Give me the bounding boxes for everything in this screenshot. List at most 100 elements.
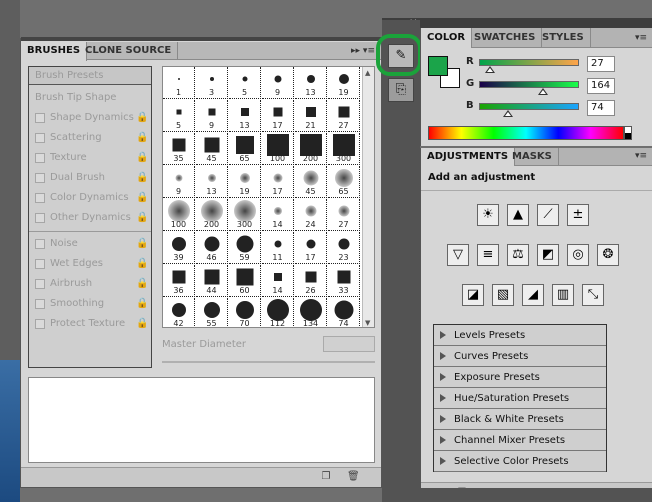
delete-icon[interactable]: 🗑 [347,471,360,483]
tab-clone-source[interactable]: CLONE SOURCE [79,42,179,60]
brush-preset-cell[interactable]: 42 [163,298,195,327]
brush-preset-cell[interactable]: 39 [163,232,195,264]
tab-brushes[interactable]: BRUSHES [21,42,88,61]
brightness-contrast-icon[interactable]: ☀ [477,204,499,226]
preset-item[interactable]: Hue/Saturation Presets [434,388,606,409]
option-checkbox[interactable] [35,113,45,123]
option-checkbox[interactable] [35,279,45,289]
option-checkbox[interactable] [35,173,45,183]
brush-preset-cell[interactable]: 17 [262,166,294,198]
brush-presets-item[interactable]: Brush Presets [29,67,151,85]
posterize-icon[interactable]: ▧ [492,284,514,306]
brush-preset-cell[interactable]: 3 [196,67,228,99]
brush-preset-cell[interactable]: 100 [262,133,294,165]
lock-icon[interactable]: 🔒 [136,172,148,183]
brush-preset-cell[interactable]: 100 [163,199,195,231]
preset-item[interactable]: Selective Color Presets [434,451,606,472]
brush-tip-shape-item[interactable]: Brush Tip Shape [29,89,151,107]
panel-menu-icon[interactable]: ▾≡ [635,151,647,161]
expand-triangle-icon[interactable] [440,457,446,465]
preset-item[interactable]: Black & White Presets [434,409,606,430]
brush-option-item[interactable]: Texture 🔒 [29,149,151,167]
slider-thumb-icon[interactable] [484,66,495,73]
brush-preset-cell[interactable]: 27 [328,199,360,231]
brush-preset-cell[interactable]: 70 [229,298,261,327]
expand-triangle-icon[interactable] [440,436,446,444]
tab-swatches[interactable]: SWATCHES [468,28,543,48]
expand-triangle-icon[interactable] [440,373,446,381]
curves-icon[interactable]: ⟋ [537,204,559,226]
brush-option-item[interactable]: Airbrush 🔒 [29,275,151,293]
foreground-color-swatch[interactable] [428,56,448,76]
hue-saturation-icon[interactable]: ≡ [477,244,499,266]
expand-triangle-icon[interactable] [440,394,446,402]
channel-value-b[interactable]: 74 [587,100,615,116]
lock-icon[interactable]: 🔒 [136,298,148,309]
brush-preset-cell[interactable]: 33 [328,265,360,297]
tab-styles[interactable]: STYLES [536,28,591,48]
channel-value-r[interactable]: 27 [587,56,615,72]
brush-preset-cell[interactable]: 45 [295,166,327,198]
brush-preset-cell[interactable]: 13 [229,100,261,132]
option-checkbox[interactable] [35,319,45,329]
brush-preset-cell[interactable]: 45 [196,133,228,165]
option-checkbox[interactable] [35,259,45,269]
vibrance-icon[interactable]: ▽ [447,244,469,266]
exposure-icon[interactable]: ± [567,204,589,226]
black-white-icon[interactable]: ◩ [537,244,559,266]
brush-preset-cell[interactable]: 1 [163,67,195,99]
expand-triangle-icon[interactable] [440,331,446,339]
preset-item[interactable]: Exposure Presets [434,367,606,388]
panel-menu-icon[interactable]: ▾≡ [635,33,647,43]
brush-grid-scrollbar[interactable]: ▲ ▼ [362,67,374,327]
brush-preset-cell[interactable]: 14 [262,199,294,231]
brush-preset-cell[interactable]: 14 [262,265,294,297]
brush-preset-cell[interactable]: 17 [262,100,294,132]
lock-icon[interactable]: 🔒 [136,132,148,143]
tab-color[interactable]: COLOR [421,28,473,48]
brush-preset-cell[interactable]: 300 [229,199,261,231]
channel-value-g[interactable]: 164 [587,78,615,94]
brush-preset-cell[interactable]: 17 [295,232,327,264]
lock-icon[interactable]: 🔒 [136,152,148,163]
brush-option-item[interactable]: Protect Texture 🔒 [29,315,151,333]
selective-color-icon[interactable]: ⤡ [582,284,604,306]
brush-preset-cell[interactable]: 59 [229,232,261,264]
channel-slider-g[interactable] [479,81,579,88]
brush-preset-cell[interactable]: 27 [328,100,360,132]
threshold-icon[interactable]: ◢ [522,284,544,306]
brush-preset-cell[interactable]: 13 [196,166,228,198]
slider-thumb-icon[interactable] [538,88,549,95]
brush-preset-cell[interactable]: 65 [229,133,261,165]
lock-icon[interactable]: 🔒 [136,212,148,223]
brush-preset-cell[interactable]: 74 [328,298,360,327]
brush-preset-cell[interactable]: 60 [229,265,261,297]
brush-option-item[interactable]: Dual Brush 🔒 [29,169,151,187]
brush-option-item[interactable]: Smoothing 🔒 [29,295,151,313]
brush-preset-cell[interactable]: 65 [328,166,360,198]
brush-preset-cell[interactable]: 9 [163,166,195,198]
brush-preset-cell[interactable]: 13 [295,67,327,99]
brush-preset-cell[interactable]: 200 [295,133,327,165]
panel-menu-icon[interactable]: ▸▸ ▾≡ [351,46,375,56]
scroll-up-icon[interactable]: ▲ [365,69,370,77]
invert-icon[interactable]: ◪ [462,284,484,306]
lock-icon[interactable]: 🔒 [136,278,148,289]
expand-triangle-icon[interactable] [440,352,446,360]
preset-item[interactable]: Channel Mixer Presets [434,430,606,451]
brush-preset-cell[interactable]: 55 [196,298,228,327]
brush-preset-cell[interactable]: 44 [196,265,228,297]
brush-preset-cell[interactable]: 5 [163,100,195,132]
brush-preset-cell[interactable]: 19 [328,67,360,99]
channel-slider-b[interactable] [479,103,579,110]
brush-option-item[interactable]: Scattering 🔒 [29,129,151,147]
brush-preset-cell[interactable]: 46 [196,232,228,264]
brush-option-item[interactable]: Color Dynamics 🔒 [29,189,151,207]
lock-icon[interactable]: 🔒 [136,238,148,249]
color-spectrum-bar[interactable] [428,126,624,140]
brush-preset-cell[interactable]: 26 [295,265,327,297]
brush-preset-cell[interactable]: 9 [262,67,294,99]
option-checkbox[interactable] [35,193,45,203]
gradient-map-icon[interactable]: ▥ [552,284,574,306]
brush-preset-cell[interactable]: 23 [328,232,360,264]
